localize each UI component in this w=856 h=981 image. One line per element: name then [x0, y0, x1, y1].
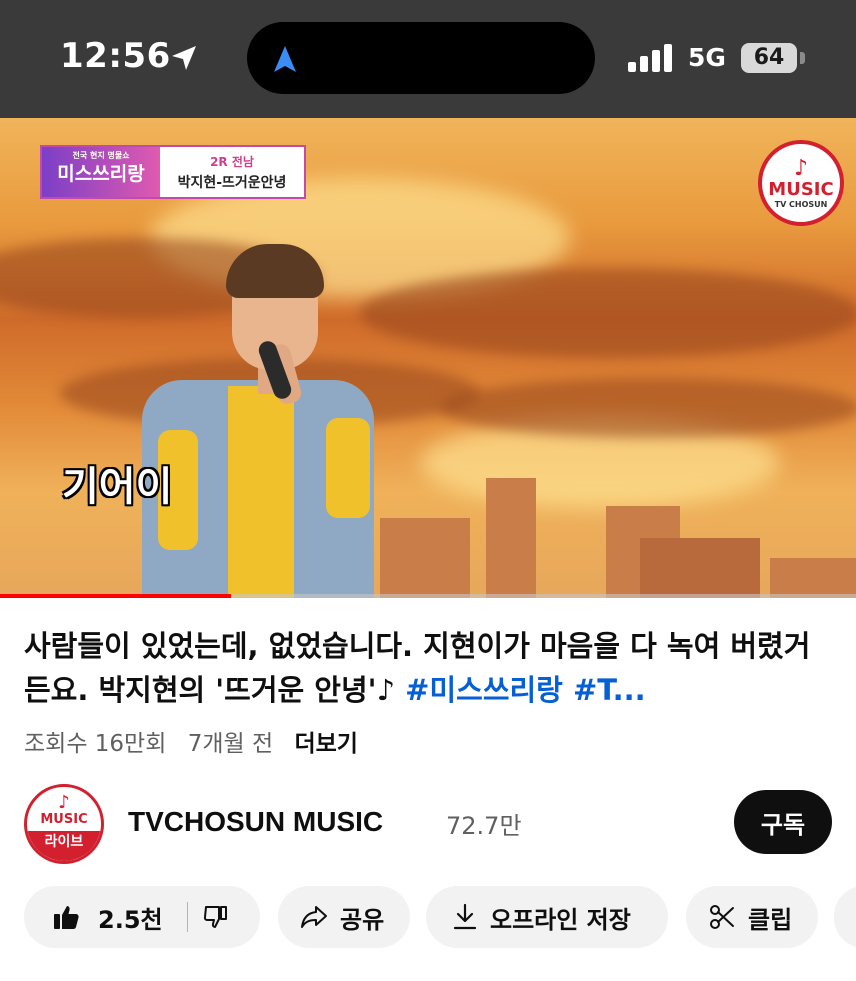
show-logo: 전국 현지 명물쇼 미스쓰리랑: [42, 147, 160, 197]
battery-icon: 64: [741, 43, 797, 73]
share-button[interactable]: 공유: [278, 886, 410, 948]
watermark-word: MUSIC: [768, 178, 834, 200]
music-note-icon: ♪: [793, 155, 809, 181]
like-count[interactable]: 2.5천: [98, 900, 163, 935]
avatar-word: MUSIC: [40, 812, 88, 827]
channel-watermark-logo: ♪ MUSIC TV CHOSUN: [758, 140, 844, 226]
video-caption: 기어이: [62, 464, 173, 510]
like-dislike-group: 2.5천: [24, 886, 260, 948]
music-note-icon: ♪: [58, 792, 70, 813]
status-bar: 12:56 5G 64: [0, 0, 856, 118]
download-label: 오프라인 저장: [490, 905, 631, 934]
download-button[interactable]: 오프라인 저장: [426, 886, 668, 948]
upload-age: 7개월 전: [187, 731, 274, 757]
building: [770, 558, 856, 598]
thumbs-up-icon[interactable]: [52, 903, 80, 931]
location-arrow-icon: [172, 46, 196, 70]
video-player[interactable]: 전국 현지 명물쇼 미스쓰리랑 2R 전남 박지현-뜨거운안녕 ♪ MUSIC …: [0, 118, 856, 598]
show-logo-sub: 전국 현지 명물쇼: [72, 151, 130, 160]
like-divider: [186, 902, 188, 932]
subscriber-count: 72.7만: [446, 812, 522, 840]
network-label: 5G: [688, 43, 726, 72]
subscribe-button[interactable]: 구독: [734, 790, 832, 854]
show-badge: 전국 현지 명물쇼 미스쓰리랑 2R 전남 박지현-뜨거운안녕: [40, 145, 306, 199]
status-time: 12:56: [60, 36, 171, 76]
building: [486, 478, 536, 598]
battery-tip: [800, 52, 805, 64]
show-round: 2R 전남: [210, 154, 254, 169]
share-icon: [301, 906, 327, 928]
video-title[interactable]: 사람들이 있었는데, 없었습니다. 지현이가 마음을 다 녹여 버렸거든요. 박…: [24, 624, 824, 712]
show-song: 박지현-뜨거운안녕: [177, 174, 287, 191]
channel-name[interactable]: TVCHOSUN MUSIC: [128, 806, 383, 838]
singer-shirt: [228, 386, 294, 598]
thumbs-down-icon[interactable]: [202, 904, 228, 930]
building: [380, 518, 470, 598]
navigation-arrow-icon: [274, 46, 296, 72]
show-logo-text: 미스쓰리랑: [57, 162, 145, 185]
singer-sleeve: [326, 418, 370, 518]
more-actions-button[interactable]: [834, 886, 856, 948]
show-info: 2R 전남 박지현-뜨거운안녕: [160, 147, 304, 197]
clip-label: 클립: [748, 905, 793, 934]
action-bar: 2.5천 공유 오프라인 저장 클립: [0, 886, 856, 950]
scissors-icon: [710, 905, 734, 929]
video-hashtags[interactable]: #미스쓰리랑 #T...: [405, 673, 646, 707]
more-button[interactable]: 더보기: [294, 731, 357, 757]
avatar-live: 라이브: [27, 831, 101, 861]
channel-avatar[interactable]: ♪ MUSIC 라이브: [24, 784, 104, 864]
video-meta[interactable]: 조회수 16만회 7개월 전 더보기: [24, 724, 372, 758]
watermark-sub: TV CHOSUN: [774, 199, 828, 209]
cloud: [440, 378, 856, 438]
view-count: 조회수 16만회: [24, 731, 167, 757]
building: [640, 538, 760, 598]
cloud: [360, 268, 856, 358]
cellular-signal-icon: [628, 44, 672, 72]
clip-button[interactable]: 클립: [686, 886, 818, 948]
video-details: 사람들이 있었는데, 없었습니다. 지현이가 마음을 다 녹여 버렸거든요. 박…: [0, 598, 856, 981]
download-icon: [453, 903, 477, 930]
share-label: 공유: [340, 905, 385, 934]
